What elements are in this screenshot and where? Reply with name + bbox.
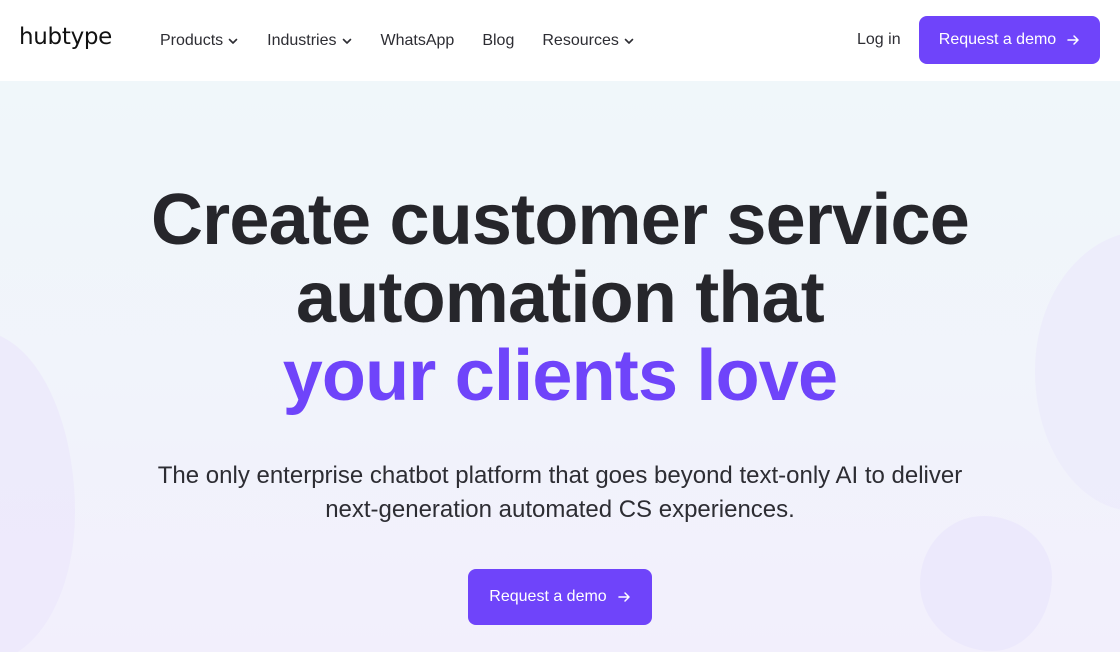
hero-request-demo-label: Request a demo [489, 588, 607, 605]
chevron-down-icon [624, 38, 634, 44]
hero-headline: Create customer service automation that … [0, 181, 1120, 415]
header-request-demo-label: Request a demo [938, 31, 1057, 48]
nav-whatsapp[interactable]: WhatsApp [381, 32, 455, 50]
headline-line-1: Create customer service [150, 180, 970, 260]
site-header: hubtype Products Industries WhatsApp Blo… [0, 0, 1120, 81]
nav-products[interactable]: Products [160, 32, 238, 50]
nav-resources-label: Resources [542, 31, 619, 49]
hero-section: Create customer service automation that … [0, 81, 1120, 652]
hubtype-logo[interactable]: hubtype [19, 24, 112, 50]
header-request-demo-button[interactable]: Request a demo [919, 16, 1100, 64]
subtitle-line-1: The only enterprise chatbot platform tha… [157, 462, 963, 489]
main-nav: Products Industries WhatsApp Blog Resour… [160, 0, 634, 81]
arrow-right-icon [617, 592, 630, 602]
headline-accent-line: your clients love [282, 336, 838, 416]
nav-industries-label: Industries [267, 31, 337, 49]
chevron-down-icon [228, 38, 238, 44]
arrow-right-icon [1067, 35, 1079, 45]
subtitle-line-2: next-generation automated CS experiences… [325, 496, 795, 523]
nav-blog[interactable]: Blog [482, 32, 514, 50]
nav-blog-label: Blog [482, 31, 515, 49]
decorative-blob-bottom [920, 516, 1052, 651]
hero-request-demo-button[interactable]: Request a demo [468, 569, 652, 625]
headline-line-2: automation that [296, 258, 825, 338]
nav-products-label: Products [160, 31, 224, 49]
hero-subtitle: The only enterprise chatbot platform tha… [0, 459, 1120, 527]
chevron-down-icon [342, 38, 351, 44]
nav-whatsapp-label: WhatsApp [380, 31, 455, 49]
nav-resources[interactable]: Resources [542, 31, 634, 50]
login-link[interactable]: Log in [857, 31, 901, 49]
nav-industries[interactable]: Industries [267, 32, 351, 50]
